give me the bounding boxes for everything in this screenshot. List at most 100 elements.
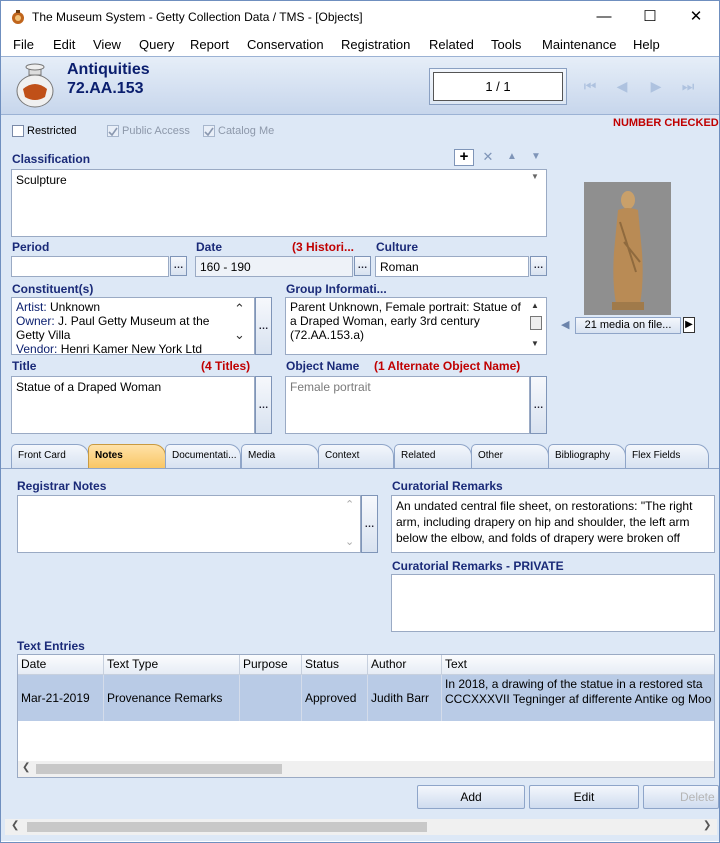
classification-field[interactable]: Sculpture [11, 169, 547, 237]
column-header-date[interactable]: Date [18, 655, 104, 675]
tab-documentation[interactable]: Documentati... [165, 444, 241, 468]
media-count-button[interactable]: 21 media on file... [575, 317, 681, 334]
edit-button[interactable]: Edit [529, 785, 639, 809]
application-window: The Museum System - Getty Collection Dat… [0, 0, 720, 843]
cell-author[interactable]: Judith Barr [368, 675, 442, 721]
previous-record-icon[interactable]: ◀ [611, 75, 633, 97]
minimize-button[interactable]: — [581, 1, 627, 33]
delete-classification-icon[interactable]: ✕ [478, 149, 498, 166]
catalog-me-checkbox[interactable] [203, 125, 215, 137]
classification-value: Sculpture [16, 173, 67, 187]
cell-text-type[interactable]: Provenance Remarks [104, 675, 240, 721]
tab-front-card[interactable]: Front Card [11, 444, 89, 468]
tab-bibliography[interactable]: Bibliography [548, 444, 626, 468]
titles-count-link[interactable]: (4 Titles) [201, 359, 250, 373]
grid-scroll-thumb[interactable] [36, 764, 282, 774]
menu-maintenance[interactable]: Maintenance [542, 37, 616, 52]
cell-date[interactable]: Mar-21-2019 [18, 675, 104, 721]
previous-media-icon[interactable]: ◀ [561, 318, 573, 332]
menu-report[interactable]: Report [190, 37, 229, 52]
scroll-down-icon[interactable]: ⌄ [234, 327, 245, 343]
historic-dates-link[interactable]: (3 Histori... [292, 240, 354, 254]
classification-label: Classification [12, 152, 91, 166]
object-name-lookup-button[interactable]: … [530, 376, 547, 434]
move-up-icon[interactable]: ▲ [502, 149, 522, 166]
object-name-field[interactable]: Female portrait [285, 376, 530, 434]
menu-related[interactable]: Related [429, 37, 474, 52]
statue-thumbnail [584, 182, 671, 315]
period-lookup-button[interactable]: … [170, 256, 187, 276]
registrar-scroll-down-icon[interactable]: ⌄ [345, 535, 354, 548]
registrar-notes-label: Registrar Notes [17, 479, 107, 493]
date-field[interactable]: 160 - 190 [195, 256, 353, 277]
cell-purpose[interactable] [240, 675, 302, 721]
alternate-object-name-link[interactable]: (1 Alternate Object Name) [374, 359, 520, 373]
culture-field[interactable]: Roman [375, 256, 529, 277]
classification-dropdown-icon[interactable]: ▼ [531, 172, 539, 181]
object-image[interactable] [584, 182, 671, 315]
next-media-icon[interactable]: ▶ [683, 317, 695, 333]
group-info-field[interactable]: Parent Unknown, Female portrait: Statue … [285, 297, 547, 355]
column-header-status[interactable]: Status [302, 655, 368, 675]
window-scroll-left-icon[interactable]: ❮ [11, 820, 19, 831]
constituent-owner[interactable]: Owner: J. Paul Getty Museum at the Getty… [16, 314, 232, 342]
menu-help[interactable]: Help [633, 37, 660, 52]
first-record-icon[interactable]: ⏮ [579, 75, 601, 97]
curatorial-remarks-field[interactable]: An undated central file sheet, on restor… [391, 495, 715, 553]
record-position[interactable]: 1 / 1 [433, 72, 563, 101]
scroll-up-icon[interactable]: ⌃ [234, 301, 245, 317]
group-scroll-down-icon[interactable]: ▼ [531, 339, 539, 348]
object-name-label: Object Name [286, 359, 360, 373]
menu-conservation[interactable]: Conservation [247, 37, 324, 52]
delete-button[interactable]: Delete [643, 785, 719, 809]
cell-text[interactable]: In 2018, a drawing of the statue in a re… [442, 675, 714, 721]
constituents-lookup-button[interactable]: … [255, 297, 272, 355]
move-down-icon[interactable]: ▼ [526, 149, 546, 166]
menu-query[interactable]: Query [139, 37, 174, 52]
title-field[interactable]: Statue of a Draped Woman [11, 376, 255, 434]
window-scroll-right-icon[interactable]: ❯ [703, 820, 711, 831]
group-scroll-up-icon[interactable]: ▲ [531, 301, 539, 310]
tab-notes[interactable]: Notes [88, 444, 166, 469]
close-button[interactable]: ✕ [673, 1, 719, 33]
add-button[interactable]: Add [417, 785, 525, 809]
tab-flex-fields[interactable]: Flex Fields [625, 444, 709, 468]
menu-tools[interactable]: Tools [491, 37, 521, 52]
tab-media[interactable]: Media [241, 444, 319, 468]
window-horizontal-scrollbar[interactable]: ❮ ❯ [5, 819, 717, 835]
constituents-list[interactable]: Artist: Unknown Owner: J. Paul Getty Mus… [11, 297, 255, 355]
column-header-text[interactable]: Text [442, 655, 714, 675]
culture-lookup-button[interactable]: … [530, 256, 547, 276]
menu-view[interactable]: View [93, 37, 121, 52]
maximize-button[interactable]: ☐ [627, 1, 673, 33]
tab-other[interactable]: Other [471, 444, 549, 468]
last-record-icon[interactable]: ⏭ [677, 75, 699, 97]
title-lookup-button[interactable]: … [255, 376, 272, 434]
registrar-notes-lookup-button[interactable]: … [361, 495, 378, 553]
group-scroll-thumb[interactable] [530, 316, 542, 330]
restricted-checkbox[interactable] [12, 125, 24, 137]
registrar-notes-field[interactable] [17, 495, 361, 553]
add-classification-icon[interactable]: + [454, 149, 474, 166]
window-title: The Museum System - Getty Collection Dat… [32, 10, 363, 24]
curatorial-private-field[interactable] [391, 574, 715, 632]
period-field[interactable] [11, 256, 169, 277]
tab-context[interactable]: Context [318, 444, 394, 468]
grid-scroll-left-icon[interactable]: ❮ [22, 762, 30, 773]
grid-horizontal-scrollbar[interactable]: ❮ [18, 761, 714, 777]
public-access-checkbox[interactable] [107, 125, 119, 137]
column-header-text-type[interactable]: Text Type [104, 655, 240, 675]
menu-file[interactable]: File [13, 37, 34, 52]
column-header-author[interactable]: Author [368, 655, 442, 675]
constituent-artist[interactable]: Artist: Unknown [16, 300, 232, 314]
column-header-purpose[interactable]: Purpose [240, 655, 302, 675]
window-scroll-thumb[interactable] [27, 822, 427, 832]
tab-related[interactable]: Related [394, 444, 472, 468]
menu-registration[interactable]: Registration [341, 37, 410, 52]
menu-edit[interactable]: Edit [53, 37, 75, 52]
date-lookup-button[interactable]: … [354, 256, 371, 276]
registrar-scroll-up-icon[interactable]: ⌃ [345, 498, 354, 511]
cell-status[interactable]: Approved [302, 675, 368, 721]
constituent-vendor[interactable]: Vendor: Henri Kamer New York Ltd [16, 342, 232, 354]
next-record-icon[interactable]: ▶ [645, 75, 667, 97]
